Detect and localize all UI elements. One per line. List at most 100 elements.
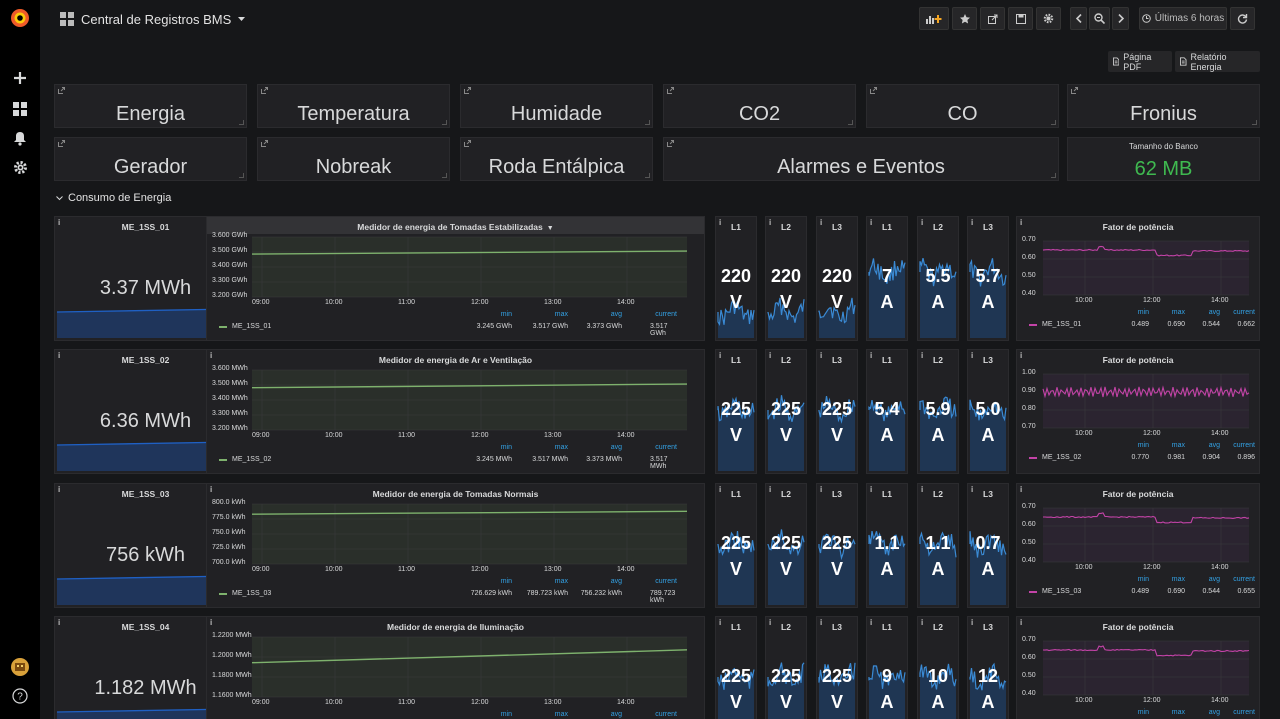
phase-value: 1.1 xyxy=(925,533,951,553)
energy-report-label: Relatório Energia xyxy=(1190,51,1227,72)
nav-tile-5[interactable]: CO xyxy=(866,84,1059,128)
time-range-picker[interactable]: Últimas 6 horas xyxy=(1139,7,1227,30)
legend-series-name: ME_1SS_03 xyxy=(1042,588,1082,595)
nav-tile-7[interactable]: Gerador xyxy=(54,137,247,181)
time-back-button[interactable] xyxy=(1070,7,1087,30)
phase-value: 5.5 xyxy=(925,266,951,286)
pdf-page-link[interactable]: Página PDF xyxy=(1108,51,1172,72)
phase-unit: V xyxy=(779,292,792,312)
nav-tile-3[interactable]: Humidade xyxy=(460,84,653,128)
x-tick-label: 14:00 xyxy=(1211,697,1229,704)
nav-tile-8[interactable]: Nobreak xyxy=(257,137,450,181)
legend-series[interactable]: ME_1SS_03 xyxy=(219,590,271,597)
time-forward-button[interactable] xyxy=(1112,7,1129,30)
legend-value-avg: 3.373 GWh xyxy=(586,323,622,330)
energy-report-link[interactable]: Relatório Energia xyxy=(1175,51,1260,72)
chevron-left-icon xyxy=(1075,14,1082,23)
legend-swatch xyxy=(219,592,227,595)
nav-tile-4[interactable]: CO2 xyxy=(663,84,856,128)
legend-header-current: current xyxy=(655,444,677,451)
phase-panel-voltage-l2: i L2 220 V xyxy=(765,216,807,341)
power-factor-panel: i Fator de potência 0.70 0.60 0.50 0.40 10:00 1… xyxy=(1016,616,1260,719)
gear-icon[interactable] xyxy=(6,153,34,181)
plus-icon[interactable] xyxy=(6,64,34,92)
zoom-out-icon xyxy=(1094,13,1105,24)
legend-header-max: max xyxy=(1171,442,1185,449)
legend-header-min: min xyxy=(500,578,512,585)
phase-value: 5.7 xyxy=(975,266,1001,286)
settings-button[interactable] xyxy=(1036,7,1061,30)
nav-tile-9[interactable]: Roda Entálpica xyxy=(460,137,653,181)
phase-panel-voltage-l2: i L2 225 V xyxy=(765,483,807,608)
nav-tile-2[interactable]: Temperatura xyxy=(257,84,450,128)
y-tick-label: 3.400 GWh xyxy=(212,262,248,269)
legend-series[interactable]: ME_1SS_03 xyxy=(1029,588,1081,595)
row-header-consumo[interactable]: Consumo de Energia xyxy=(56,192,171,204)
y-tick-label: 725.0 kWh xyxy=(212,544,246,551)
share-button[interactable] xyxy=(980,7,1005,30)
legend-header-avg: avg xyxy=(1208,709,1220,716)
legend-series[interactable]: ME_1SS_02 xyxy=(1029,454,1081,461)
avatar[interactable] xyxy=(6,653,34,681)
zoom-out-button[interactable] xyxy=(1089,7,1110,30)
legend-header-min: min xyxy=(1137,309,1149,316)
legend-value-current: 789.723 kWh xyxy=(650,590,676,604)
phase-value: 225 xyxy=(821,533,853,553)
phase-value: 9 xyxy=(881,666,892,686)
legend-series[interactable]: ME_1SS_01 xyxy=(219,323,271,330)
nav-tile-1[interactable]: Energia xyxy=(54,84,247,128)
phase-panel-voltage-l1: i L1 225 V xyxy=(715,483,757,608)
legend-value-current: 0.655 xyxy=(1237,588,1255,595)
legend-header-current: current xyxy=(1233,709,1255,716)
phase-value: 5.9 xyxy=(925,399,951,419)
phase-panel-voltage-l3: i L3 225 V xyxy=(816,349,858,474)
y-tick-label: 775.0 kWh xyxy=(212,514,246,521)
x-tick-label: 14:00 xyxy=(617,566,635,573)
x-tick-label: 12:00 xyxy=(471,566,489,573)
nav-tile-label: CO xyxy=(947,103,978,125)
power-factor-panel: i Fator de potência 0.70 0.60 0.50 0.40 10:00 1… xyxy=(1016,483,1260,608)
y-tick-label: 0.40 xyxy=(1022,290,1036,297)
legend-header-max: max xyxy=(1171,576,1185,583)
db-size-value: 62 MB xyxy=(1134,158,1193,180)
legend-value-avg: 3.373 MWh xyxy=(586,456,622,463)
nav-tile-label: Humidade xyxy=(510,103,603,125)
plot-area xyxy=(1043,241,1249,295)
y-tick-label: 1.2000 MWh xyxy=(212,652,252,659)
external-link-icon xyxy=(261,87,268,94)
x-tick-label: 12:00 xyxy=(1143,564,1161,571)
external-link-icon xyxy=(464,140,471,147)
dashboard-picker[interactable]: Central de Registros BMS xyxy=(60,8,246,30)
phase-panel-current-l1: i L1 1.1 A xyxy=(866,483,908,608)
add-panel-button[interactable] xyxy=(919,7,949,30)
energy-graph-panel: i Medidor de energia de Tomadas Normais 80… xyxy=(206,483,705,608)
chevron-right-icon xyxy=(1117,14,1124,23)
nav-tile-label: Gerador xyxy=(113,156,188,178)
help-icon[interactable]: ? xyxy=(6,682,34,710)
bell-icon[interactable] xyxy=(6,124,34,152)
phase-panel-current-l2: i L2 5.9 A xyxy=(917,349,959,474)
legend-series[interactable]: ME_1SS_01 xyxy=(1029,321,1081,328)
nav-tile-6[interactable]: Fronius xyxy=(1067,84,1260,128)
nav-tile-10[interactable]: Alarmes e Eventos xyxy=(663,137,1059,181)
y-tick-label: 3.500 GWh xyxy=(212,247,248,254)
nav-tile-label: Nobreak xyxy=(315,156,392,178)
save-button[interactable] xyxy=(1008,7,1033,30)
y-tick-label: 700.0 kWh xyxy=(212,559,246,566)
legend-series-name: ME_1SS_02 xyxy=(232,456,272,463)
db-size-panel: Tamanho do Banco 62 MB xyxy=(1067,137,1260,181)
x-tick-label: 10:00 xyxy=(325,566,343,573)
dashboards-icon[interactable] xyxy=(6,95,34,123)
y-tick-label: 0.60 xyxy=(1022,521,1036,528)
main-area: Central de Registros BMS Últimas 6 horas… xyxy=(40,0,1280,719)
grafana-logo-icon[interactable] xyxy=(6,4,34,32)
dashboards-icon xyxy=(60,12,74,26)
legend-series[interactable]: ME_1SS_02 xyxy=(219,456,271,463)
page-title: Central de Registros BMS xyxy=(81,11,232,27)
star-button[interactable] xyxy=(952,7,977,30)
legend-header-min: min xyxy=(500,711,512,718)
phase-unit: V xyxy=(779,559,792,579)
x-tick-label: 14:00 xyxy=(617,432,635,439)
resize-handle xyxy=(645,173,650,178)
refresh-button[interactable] xyxy=(1230,7,1255,30)
